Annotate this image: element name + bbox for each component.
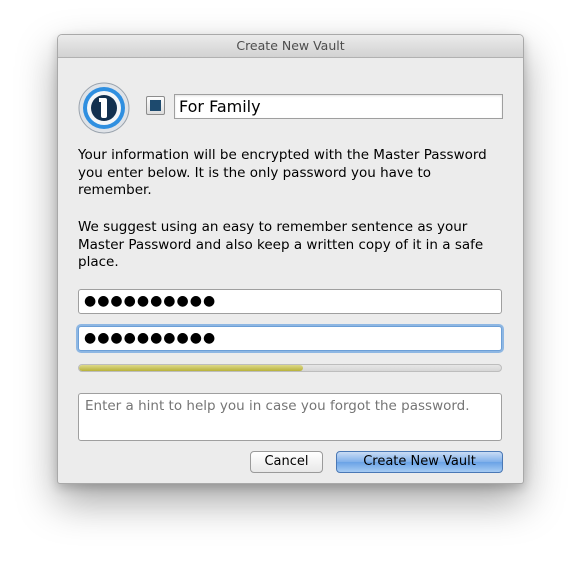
window-title: Create New Vault	[58, 35, 523, 58]
create-vault-dialog: Create New Vault For Family Your informa…	[57, 34, 524, 484]
1password-keyhole-icon	[78, 82, 130, 134]
vault-color-fill	[150, 100, 161, 111]
password-strength-fill	[79, 365, 303, 371]
master-password-field[interactable]: ●●●●●●●●●●	[78, 289, 502, 314]
vault-name-field[interactable]: For Family	[174, 94, 503, 119]
confirm-password-field[interactable]: ●●●●●●●●●●	[78, 326, 502, 351]
vault-color-button[interactable]	[146, 96, 165, 115]
password-suggestion-text: We suggest using an easy to remember sen…	[78, 219, 484, 270]
password-hint-field[interactable]	[78, 393, 502, 441]
password-strength-meter	[78, 364, 502, 372]
cancel-button[interactable]: Cancel	[250, 451, 323, 473]
encryption-info-text: Your information will be encrypted with …	[78, 147, 487, 198]
create-new-vault-button[interactable]: Create New Vault	[336, 451, 503, 473]
